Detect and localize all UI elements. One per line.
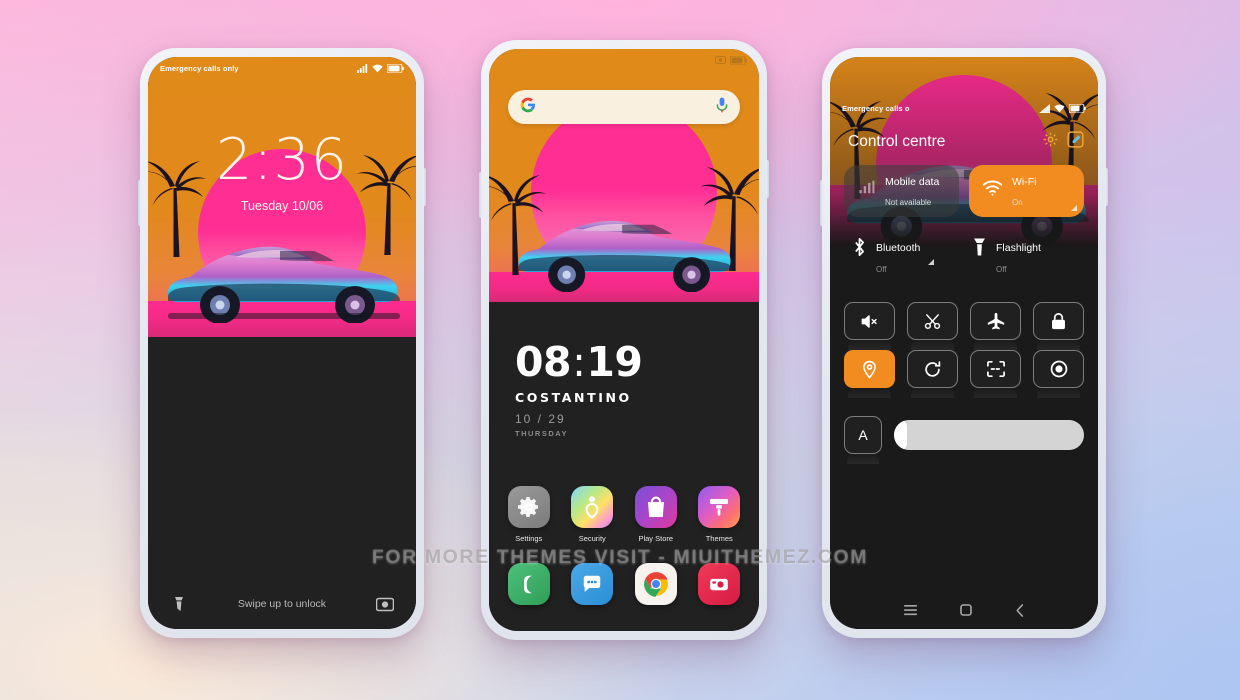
controlcentre-primary-toggles: Mobile data Not available Wi-Fi On (844, 165, 1084, 217)
edit-icon[interactable] (1067, 131, 1084, 153)
tile-lock[interactable] (1033, 302, 1084, 340)
toggle-bluetooth[interactable]: Bluetooth Off (844, 237, 964, 279)
controlcentre-tile-grid (844, 302, 1084, 388)
carrier-label: Emergency calls o (842, 103, 910, 113)
battery-icon (387, 63, 404, 73)
battery-icon (730, 55, 747, 65)
home-icon[interactable] (959, 604, 972, 616)
microphone-icon[interactable] (716, 97, 728, 118)
toggle-title: Flashlight (996, 242, 1041, 254)
brightness-slider-fill (894, 420, 908, 450)
homescreen-clock-widget: 08:19 COSTANTINO 10 / 29 THURSDAY (515, 342, 643, 439)
tile-airplane-mode[interactable] (970, 302, 1021, 340)
navigation-bar (830, 597, 1098, 623)
expand-corner-icon[interactable] (1071, 205, 1077, 211)
phone-icon[interactable] (507, 563, 550, 605)
app-label: Play Store (638, 534, 674, 543)
security-shield-icon (571, 486, 614, 528)
wallpaper-homescreen (489, 49, 759, 302)
app-settings[interactable]: Settings (500, 486, 558, 543)
tile-screenshot[interactable] (907, 302, 958, 340)
camera-icon[interactable] (698, 563, 741, 605)
lockscreen-date: Tuesday 10/06 (240, 199, 324, 213)
shopping-bag-icon (634, 486, 677, 528)
tile-auto-rotate[interactable] (907, 350, 958, 388)
camera-icon[interactable] (375, 595, 394, 613)
brightness-slider[interactable] (894, 420, 1084, 450)
dock (489, 563, 759, 605)
tile-mute[interactable] (844, 302, 895, 340)
gear-icon[interactable] (1042, 131, 1059, 153)
google-search-bar[interactable] (508, 90, 740, 124)
clock-minutes: 19 (586, 338, 643, 386)
back-icon[interactable] (1015, 603, 1025, 617)
mobile-data-icon (857, 179, 876, 203)
statusbar-controlcentre: Emergency calls o (830, 97, 1098, 119)
app-grid: Settings Security Play Store Themes (489, 486, 759, 543)
toggle-flashlight[interactable]: Flashlight Off (964, 237, 1084, 279)
carrier-label: Emergency calls only (160, 63, 239, 73)
recents-icon[interactable] (903, 604, 917, 616)
expand-corner-icon[interactable] (928, 259, 934, 265)
statusbar-homescreen (489, 49, 759, 71)
lockscreen-hint: Swipe up to unlock (237, 598, 327, 610)
homescreen-time: 08:19 (515, 342, 643, 383)
bluetooth-icon (852, 237, 867, 262)
phone-lockscreen: Emergency calls only 2:36 Tuesday 10/06 … (138, 48, 426, 638)
gear-icon (507, 486, 550, 528)
toggle-mobile-data[interactable]: Mobile data Not available (844, 165, 959, 217)
app-security[interactable]: Security (563, 486, 621, 543)
app-label: Security (578, 534, 606, 543)
lockscreen-time: 2:36 (216, 127, 348, 193)
screen-controlcentre: Emergency calls o Control centre Mobile … (830, 57, 1098, 629)
screen-homescreen: 08:19 COSTANTINO 10 / 29 THURSDAY Settin… (489, 49, 759, 631)
clock-owner-name: COSTANTINO (515, 390, 632, 405)
tile-location[interactable] (844, 350, 895, 388)
lockscreen-bottom-bar: Swipe up to unlock (148, 595, 416, 613)
wifi-icon (372, 64, 383, 73)
phone-homescreen: 08:19 COSTANTINO 10 / 29 THURSDAY Settin… (479, 40, 769, 640)
toggle-state: Not available (885, 198, 932, 207)
paint-roller-icon (698, 486, 741, 528)
app-label: Themes (705, 534, 733, 543)
signal-icon (1039, 103, 1050, 113)
auto-brightness-button[interactable]: A (844, 416, 882, 454)
controlcentre-header-icons (1042, 131, 1084, 153)
app-themes[interactable]: Themes (690, 486, 748, 543)
toggle-title: Bluetooth (876, 242, 921, 254)
toggle-state: Off (876, 264, 887, 274)
wifi-icon (982, 180, 1003, 202)
message-bubble-icon[interactable] (571, 563, 614, 605)
app-play-store[interactable]: Play Store (627, 486, 685, 543)
toggle-state: On (1012, 198, 1023, 207)
battery-icon (1069, 103, 1086, 113)
toggle-state: Off (996, 264, 1007, 274)
tile-scan[interactable] (970, 350, 1021, 388)
google-g-icon (520, 97, 536, 118)
clock-date: 10 / 29 (515, 412, 566, 426)
toggle-title: Wi-Fi (1012, 176, 1037, 188)
screen-record-icon (715, 56, 726, 64)
flashlight-icon (972, 237, 987, 262)
clock-weekday: THURSDAY (515, 429, 568, 438)
toggle-wifi[interactable]: Wi-Fi On (969, 165, 1084, 217)
tile-reading-mode[interactable] (1033, 350, 1084, 388)
lockscreen-clock: 2:36 Tuesday 10/06 (148, 127, 416, 214)
app-label: Settings (515, 534, 543, 543)
lockscreen-lower-panel (148, 337, 416, 629)
phone-controlcentre: Emergency calls o Control centre Mobile … (820, 48, 1108, 638)
clock-separator: : (572, 338, 586, 386)
wifi-icon (1054, 104, 1065, 113)
toggle-title: Mobile data (885, 176, 940, 188)
chrome-icon[interactable] (634, 563, 677, 605)
clock-hours: 08 (515, 338, 572, 386)
controlcentre-secondary-toggles: Bluetooth Off Flashlight Off (844, 237, 1084, 279)
brightness-row: A (844, 416, 1084, 454)
signal-icon (357, 63, 368, 73)
controlcentre-title: Control centre (848, 133, 946, 150)
screen-lockscreen: Emergency calls only 2:36 Tuesday 10/06 … (148, 57, 416, 629)
statusbar-lockscreen: Emergency calls only (148, 57, 416, 79)
flashlight-icon[interactable] (170, 595, 188, 613)
